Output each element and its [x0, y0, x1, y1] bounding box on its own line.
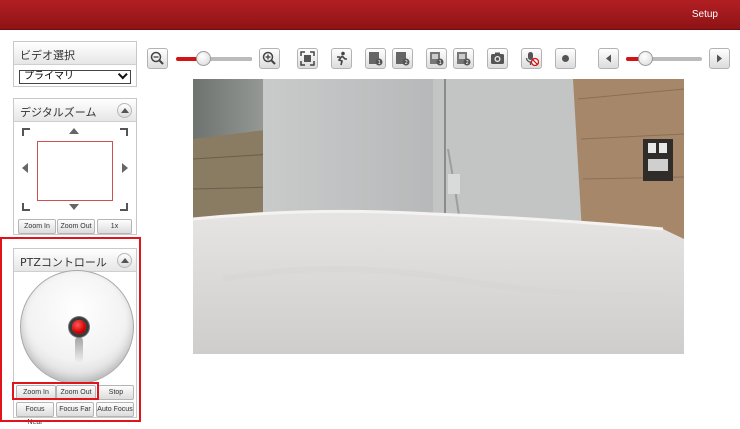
video-select-dropdown[interactable]: プライマリ	[19, 69, 131, 84]
corner-mark	[120, 203, 128, 211]
zoom-region-box[interactable]	[37, 141, 113, 201]
zoom-in-icon	[262, 51, 276, 65]
digital-zoom-title: デジタルズーム	[20, 106, 97, 119]
svg-text:2: 2	[466, 60, 469, 66]
prev-button[interactable]	[598, 48, 619, 69]
fit-screen-button[interactable]	[297, 48, 318, 69]
arrow-right-icon[interactable]	[122, 163, 128, 173]
video-select-title: ビデオ選択	[14, 42, 136, 65]
stream2-icon: 2	[396, 52, 410, 66]
chevron-down-icon	[117, 69, 128, 80]
next-button[interactable]	[709, 48, 730, 69]
zoom-in-button[interactable]	[259, 48, 280, 69]
live-video-feed[interactable]	[193, 79, 684, 354]
stream1-icon: 1	[369, 52, 383, 66]
zoom-out-icon	[150, 51, 164, 65]
motion-icon	[337, 51, 347, 66]
motion-button[interactable]	[331, 48, 352, 69]
next-icon	[717, 54, 722, 63]
snapshot-button[interactable]	[487, 48, 508, 69]
record1-icon: 1	[430, 52, 444, 66]
stream1-button[interactable]: 1	[365, 48, 386, 69]
dz-zoom-in-button[interactable]: Zoom In	[18, 219, 56, 234]
zoom-slider-thumb[interactable]	[196, 51, 211, 66]
arrow-left-icon[interactable]	[22, 163, 28, 173]
stream2-button[interactable]: 2	[392, 48, 413, 69]
mic-mute-button[interactable]	[521, 48, 542, 69]
corner-mark	[22, 128, 30, 136]
top-bar: Setup	[0, 0, 740, 30]
digital-zoom-area[interactable]	[14, 123, 136, 211]
digital-zoom-panel: デジタルズーム Zoom In Zoom Out 1x	[13, 98, 137, 235]
record2-icon: 2	[457, 52, 471, 66]
svg-text:1: 1	[378, 60, 381, 66]
mic-mute-icon	[525, 52, 539, 66]
record1-button[interactable]: 1	[426, 48, 447, 69]
setup-link[interactable]: Setup	[692, 9, 718, 20]
snapshot-icon	[491, 52, 504, 64]
svg-text:2: 2	[405, 60, 408, 66]
dz-1x-button[interactable]: 1x	[97, 219, 132, 234]
corner-mark	[120, 128, 128, 136]
record-icon	[562, 55, 569, 62]
video-select-panel: ビデオ選択 プライマリ	[13, 41, 137, 87]
record-button[interactable]	[555, 48, 576, 69]
volume-slider-thumb[interactable]	[638, 51, 653, 66]
svg-text:1: 1	[439, 60, 442, 66]
camera-image	[193, 79, 684, 354]
collapse-icon[interactable]	[117, 103, 132, 118]
zoom-out-button[interactable]	[147, 48, 168, 69]
digital-zoom-header: デジタルズーム	[14, 99, 136, 122]
fit-screen-icon	[300, 51, 315, 66]
prev-icon	[606, 54, 611, 63]
record2-button[interactable]: 2	[453, 48, 474, 69]
arrow-up-icon[interactable]	[69, 128, 79, 134]
arrow-down-icon[interactable]	[69, 204, 79, 210]
video-select-value: プライマリ	[24, 71, 74, 82]
corner-mark	[22, 203, 30, 211]
zoom-buttons-highlight	[12, 382, 99, 400]
dz-zoom-out-button[interactable]: Zoom Out	[57, 219, 95, 234]
